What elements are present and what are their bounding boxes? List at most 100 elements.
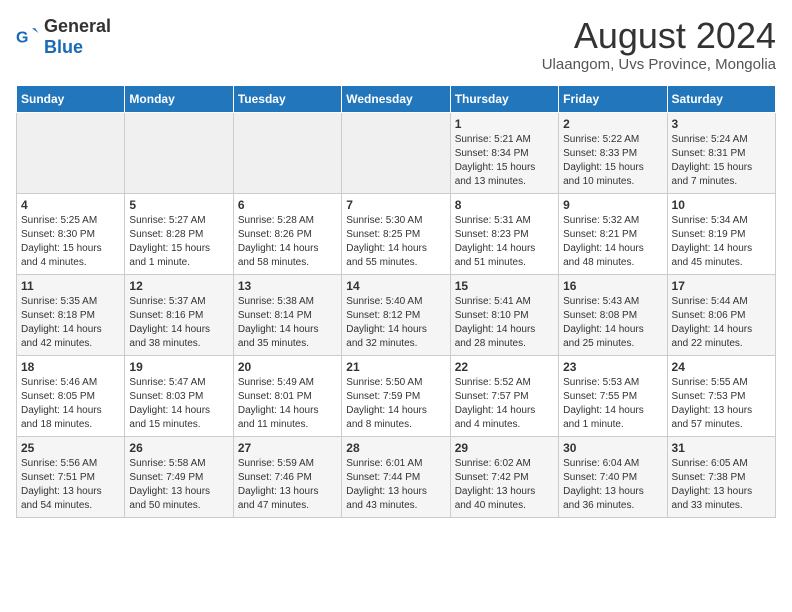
calendar-cell: 31 Sunrise: 6:05 AM Sunset: 7:38 PM Dayli… — [667, 436, 775, 517]
day-info: Sunrise: 5:44 AM Sunset: 8:06 PM Dayligh… — [672, 295, 771, 351]
calendar-cell: 26Sunrise: 5:58 AM Sunset: 7:49 PM Dayli… — [125, 436, 233, 517]
calendar-cell: 1 Sunrise: 5:21 AM Sunset: 8:34 PM Daylig… — [450, 112, 558, 193]
day-number: 6 — [238, 198, 337, 212]
calendar-cell: 6 Sunrise: 5:28 AM Sunset: 8:26 PM Daylig… — [233, 193, 341, 274]
day-number: 2 — [563, 117, 662, 131]
day-info: Sunrise: 5:37 AM Sunset: 8:16 PM Dayligh… — [129, 295, 228, 351]
calendar-cell: 9 Sunrise: 5:32 AM Sunset: 8:21 PM Daylig… — [559, 193, 667, 274]
day-number: 3 — [672, 117, 771, 131]
day-number: 16 — [563, 279, 662, 293]
col-header-tuesday: Tuesday — [233, 85, 341, 112]
day-info: Sunrise: 5:47 AM Sunset: 8:03 PM Dayligh… — [129, 376, 228, 432]
day-number: 27 — [238, 441, 337, 455]
day-number: 18 — [21, 360, 120, 374]
day-number: 31 — [672, 441, 771, 455]
day-info: Sunrise: 5:25 AM Sunset: 8:30 PM Dayligh… — [21, 214, 120, 270]
day-info: Sunrise: 5:22 AM Sunset: 8:33 PM Dayligh… — [563, 133, 662, 189]
day-info: Sunrise: 5:30 AM Sunset: 8:25 PM Dayligh… — [346, 214, 445, 270]
day-number: 12 — [129, 279, 228, 293]
calendar-cell: 27 Sunrise: 5:59 AM Sunset: 7:46 PM Dayli… — [233, 436, 341, 517]
day-info: Sunrise: 5:55 AM Sunset: 7:53 PM Dayligh… — [672, 376, 771, 432]
day-info: Sunrise: 5:24 AM Sunset: 8:31 PM Dayligh… — [672, 133, 771, 189]
calendar-cell: 13 Sunrise: 5:38 AM Sunset: 8:14 PM Dayli… — [233, 274, 341, 355]
calendar-cell: 25 Sunrise: 5:56 AM Sunset: 7:51 PM Dayli… — [17, 436, 125, 517]
calendar-cell: 16 Sunrise: 5:43 AM Sunset: 8:08 PM Dayli… — [559, 274, 667, 355]
calendar-cell — [342, 112, 450, 193]
calendar-cell: 2 Sunrise: 5:22 AM Sunset: 8:33 PM Daylig… — [559, 112, 667, 193]
title-area: August 2024 Ulaangom, Uvs Province, Mong… — [542, 16, 776, 73]
calendar-cell: 12 Sunrise: 5:37 AM Sunset: 8:16 PM Dayli… — [125, 274, 233, 355]
day-number: 23 — [563, 360, 662, 374]
col-header-thursday: Thursday — [450, 85, 558, 112]
day-number: 15 — [455, 279, 554, 293]
day-info: Sunrise: 6:01 AM Sunset: 7:44 PM Dayligh… — [346, 457, 445, 513]
calendar-cell: 19 Sunrise: 5:47 AM Sunset: 8:03 PM Dayli… — [125, 355, 233, 436]
calendar-cell: 21 Sunrise: 5:50 AM Sunset: 7:59 PM Dayli… — [342, 355, 450, 436]
calendar-cell: 18 Sunrise: 5:46 AM Sunset: 8:05 PM Dayli… — [17, 355, 125, 436]
day-number: 17 — [672, 279, 771, 293]
calendar-cell: 24 Sunrise: 5:55 AM Sunset: 7:53 PM Dayli… — [667, 355, 775, 436]
day-number: 20 — [238, 360, 337, 374]
logo: G General Blue — [16, 16, 111, 58]
day-info: Sunrise: 5:41 AM Sunset: 8:10 PM Dayligh… — [455, 295, 554, 351]
calendar-cell: 10 Sunrise: 5:34 AM Sunset: 8:19 PM Dayli… — [667, 193, 775, 274]
calendar-cell: 29Sunrise: 6:02 AM Sunset: 7:42 PM Dayli… — [450, 436, 558, 517]
calendar-cell: 20Sunrise: 5:49 AM Sunset: 8:01 PM Dayli… — [233, 355, 341, 436]
day-number: 13 — [238, 279, 337, 293]
subtitle: Ulaangom, Uvs Province, Mongolia — [542, 56, 776, 73]
day-number: 21 — [346, 360, 445, 374]
day-number: 28 — [346, 441, 445, 455]
calendar-cell: 11 Sunrise: 5:35 AM Sunset: 8:18 PM Dayli… — [17, 274, 125, 355]
day-number: 1 — [455, 117, 554, 131]
day-number: 22 — [455, 360, 554, 374]
day-info: Sunrise: 6:05 AM Sunset: 7:38 PM Dayligh… — [672, 457, 771, 513]
calendar-cell — [233, 112, 341, 193]
day-number: 19 — [129, 360, 228, 374]
calendar-cell: 17 Sunrise: 5:44 AM Sunset: 8:06 PM Dayli… — [667, 274, 775, 355]
calendar-cell: 22 Sunrise: 5:52 AM Sunset: 7:57 PM Dayli… — [450, 355, 558, 436]
page-header: G General Blue August 2024 Ulaangom, Uvs… — [16, 16, 776, 73]
calendar-cell: 4 Sunrise: 5:25 AM Sunset: 8:30 PM Daylig… — [17, 193, 125, 274]
day-info: Sunrise: 5:21 AM Sunset: 8:34 PM Dayligh… — [455, 133, 554, 189]
day-info: Sunrise: 5:56 AM Sunset: 7:51 PM Dayligh… — [21, 457, 120, 513]
day-number: 25 — [21, 441, 120, 455]
calendar-cell — [125, 112, 233, 193]
day-number: 9 — [563, 198, 662, 212]
day-info: Sunrise: 5:50 AM Sunset: 7:59 PM Dayligh… — [346, 376, 445, 432]
calendar-cell: 5Sunrise: 5:27 AM Sunset: 8:28 PM Daylig… — [125, 193, 233, 274]
col-header-friday: Friday — [559, 85, 667, 112]
calendar-cell: 3 Sunrise: 5:24 AM Sunset: 8:31 PM Daylig… — [667, 112, 775, 193]
day-info: Sunrise: 5:59 AM Sunset: 7:46 PM Dayligh… — [238, 457, 337, 513]
calendar-cell: 30Sunrise: 6:04 AM Sunset: 7:40 PM Dayli… — [559, 436, 667, 517]
logo-blue: Blue — [44, 37, 83, 57]
calendar-table: SundayMondayTuesdayWednesdayThursdayFrid… — [16, 85, 776, 518]
day-info: Sunrise: 5:43 AM Sunset: 8:08 PM Dayligh… — [563, 295, 662, 351]
day-number: 4 — [21, 198, 120, 212]
day-info: Sunrise: 5:35 AM Sunset: 8:18 PM Dayligh… — [21, 295, 120, 351]
calendar-cell: 14Sunrise: 5:40 AM Sunset: 8:12 PM Dayli… — [342, 274, 450, 355]
logo-icon: G — [16, 25, 40, 49]
day-info: Sunrise: 5:52 AM Sunset: 7:57 PM Dayligh… — [455, 376, 554, 432]
day-info: Sunrise: 5:28 AM Sunset: 8:26 PM Dayligh… — [238, 214, 337, 270]
day-number: 7 — [346, 198, 445, 212]
day-number: 30 — [563, 441, 662, 455]
day-info: Sunrise: 5:46 AM Sunset: 8:05 PM Dayligh… — [21, 376, 120, 432]
day-number: 11 — [21, 279, 120, 293]
logo-general: General — [44, 16, 111, 36]
day-number: 24 — [672, 360, 771, 374]
col-header-wednesday: Wednesday — [342, 85, 450, 112]
day-info: Sunrise: 5:38 AM Sunset: 8:14 PM Dayligh… — [238, 295, 337, 351]
day-number: 10 — [672, 198, 771, 212]
day-info: Sunrise: 5:31 AM Sunset: 8:23 PM Dayligh… — [455, 214, 554, 270]
day-number: 8 — [455, 198, 554, 212]
day-info: Sunrise: 5:27 AM Sunset: 8:28 PM Dayligh… — [129, 214, 228, 270]
col-header-saturday: Saturday — [667, 85, 775, 112]
day-number: 29 — [455, 441, 554, 455]
col-header-sunday: Sunday — [17, 85, 125, 112]
calendar-cell — [17, 112, 125, 193]
day-info: Sunrise: 5:32 AM Sunset: 8:21 PM Dayligh… — [563, 214, 662, 270]
day-info: Sunrise: 5:34 AM Sunset: 8:19 PM Dayligh… — [672, 214, 771, 270]
day-info: Sunrise: 5:58 AM Sunset: 7:49 PM Dayligh… — [129, 457, 228, 513]
svg-text:G: G — [16, 30, 28, 47]
calendar-cell: 8 Sunrise: 5:31 AM Sunset: 8:23 PM Daylig… — [450, 193, 558, 274]
